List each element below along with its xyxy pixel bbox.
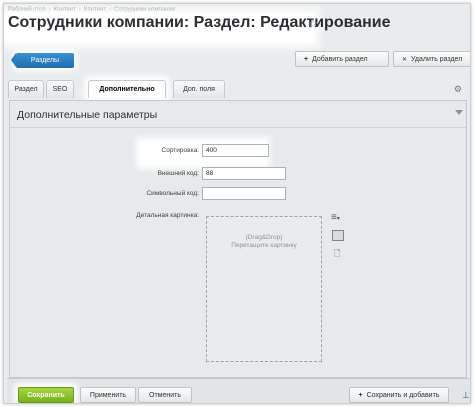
save-and-add-button[interactable]: + Сохранить и добавить — [349, 387, 449, 403]
save-and-add-label: Сохранить и добавить — [366, 391, 440, 399]
add-section-label: Добавить раздел — [312, 55, 368, 63]
tab-extra-fields[interactable]: Доп. поля — [173, 80, 225, 98]
star-icon[interactable]: ☆ — [307, 16, 319, 32]
add-section-button[interactable]: + Добавить раздел — [295, 51, 389, 67]
page-title: Сотрудники компании: Раздел: Редактирова… — [8, 14, 391, 31]
apply-button[interactable]: Применить — [80, 387, 136, 403]
dropzone-hint: (Drag&Drop) — [245, 234, 283, 241]
panel-title: Дополнительные параметры — [17, 109, 158, 121]
chevron-down-icon[interactable] — [455, 110, 463, 115]
dropzone-text: Перетащите картинку — [231, 242, 297, 249]
panel-header: Дополнительные параметры — [10, 101, 466, 128]
plus-icon: + — [304, 55, 309, 63]
admin-window: Рабочий стол › Контент › Контент › Сотрудники … — [3, 3, 471, 404]
sort-input[interactable]: 400 — [202, 144, 269, 157]
image-icon[interactable] — [332, 230, 344, 241]
delete-section-button[interactable]: ✕ Удалить раздел — [393, 51, 470, 67]
tab-additional[interactable]: Дополнительно — [88, 80, 166, 98]
external-code-input[interactable]: 88 — [202, 167, 286, 180]
delete-section-label: Удалить раздел — [411, 55, 463, 63]
menu-icon[interactable]: ≡▾ — [331, 212, 340, 223]
tab-seo[interactable]: SEO — [46, 80, 74, 98]
save-button[interactable]: Сохранить — [18, 387, 74, 403]
detail-picture-label: Детальная картинка: — [136, 212, 199, 219]
tabs-bar: Раздел SEO Дополнительно Доп. поля — [7, 76, 470, 100]
close-icon: ✕ — [402, 56, 408, 63]
file-icon[interactable]: 🗋 — [334, 248, 340, 262]
pin-icon[interactable]: ⊥ — [462, 390, 470, 401]
tab-section[interactable]: Раздел — [8, 80, 44, 98]
external-code-label: Внешний код: — [157, 170, 199, 177]
gear-icon[interactable]: ⚙ — [454, 84, 462, 95]
symbolic-code-input[interactable] — [202, 187, 286, 200]
cancel-button[interactable]: Отменить — [138, 387, 192, 403]
symbolic-code-label: Символьный код: — [146, 190, 199, 197]
sort-label: Сортировка: — [161, 147, 199, 154]
plus-icon: + — [358, 391, 363, 399]
sections-back-button[interactable]: Разделы — [11, 53, 74, 68]
image-dropzone[interactable]: (Drag&Drop) Перетащите картинку — [206, 216, 322, 362]
